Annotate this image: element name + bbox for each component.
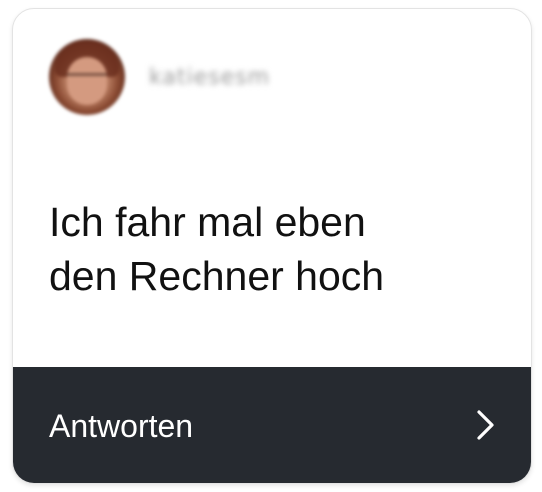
- message-text: Ich fahr mal eben den Rechner hoch: [49, 199, 385, 299]
- post-header: katiesesm: [49, 39, 270, 115]
- message-card: katiesesm Ich fahr mal eben den Rechner …: [12, 8, 532, 484]
- reply-button[interactable]: Antworten: [13, 367, 531, 483]
- reply-label: Antworten: [49, 407, 194, 444]
- username[interactable]: katiesesm: [149, 65, 270, 90]
- chevron-right-icon: [475, 408, 497, 442]
- avatar[interactable]: [49, 39, 125, 115]
- avatar-glasses: [67, 73, 107, 86]
